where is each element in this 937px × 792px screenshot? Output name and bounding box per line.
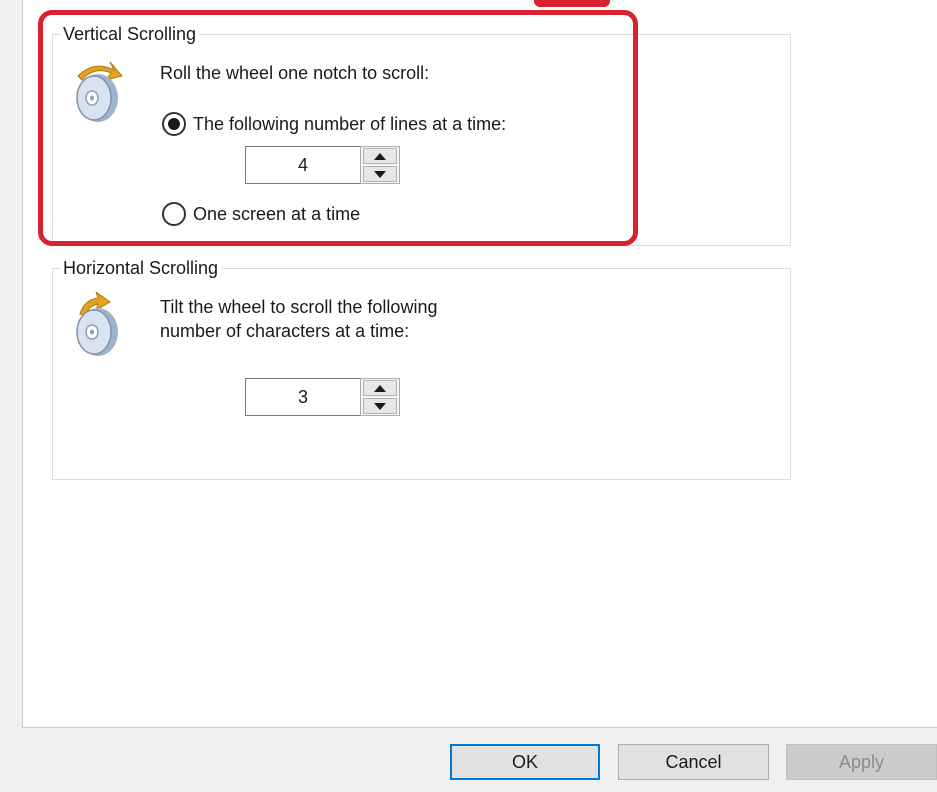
mouse-wheel-tilt-icon xyxy=(76,292,118,356)
lines-increment-button[interactable] xyxy=(363,148,397,164)
radio-lines-at-a-time[interactable] xyxy=(162,112,186,136)
chars-increment-button[interactable] xyxy=(363,380,397,396)
horizontal-instruction-line2: number of characters at a time: xyxy=(160,321,410,341)
horizontal-instruction-line1: Tilt the wheel to scroll the following xyxy=(160,297,438,317)
arrow-up-icon xyxy=(374,152,386,160)
chars-spinner[interactable]: 3 xyxy=(245,378,400,416)
cancel-button[interactable]: Cancel xyxy=(618,744,769,780)
apply-button[interactable]: Apply xyxy=(786,744,937,780)
vertical-instruction: Roll the wheel one notch to scroll: xyxy=(160,63,430,83)
arrow-down-icon xyxy=(374,402,386,410)
lines-value-input[interactable]: 4 xyxy=(245,146,360,184)
lines-spinner[interactable]: 4 xyxy=(245,146,400,184)
ok-button[interactable]: OK xyxy=(450,744,600,780)
highlight-tab-fragment xyxy=(534,0,610,7)
lines-decrement-button[interactable] xyxy=(363,166,397,182)
mouse-wheel-icon xyxy=(76,61,123,122)
radio-one-screen-label[interactable]: One screen at a time xyxy=(193,203,360,225)
radio-one-screen[interactable] xyxy=(162,202,186,226)
radio-lines-label[interactable]: The following number of lines at a time: xyxy=(193,113,506,135)
arrow-up-icon xyxy=(374,384,386,392)
lines-spinner-buttons xyxy=(360,146,400,184)
chars-decrement-button[interactable] xyxy=(363,398,397,414)
chars-value-input[interactable]: 3 xyxy=(245,378,360,416)
arrow-down-icon xyxy=(374,170,386,178)
horizontal-scrolling-title: Horizontal Scrolling xyxy=(61,257,223,279)
chars-spinner-buttons xyxy=(360,378,400,416)
vertical-scrolling-title: Vertical Scrolling xyxy=(61,23,201,45)
